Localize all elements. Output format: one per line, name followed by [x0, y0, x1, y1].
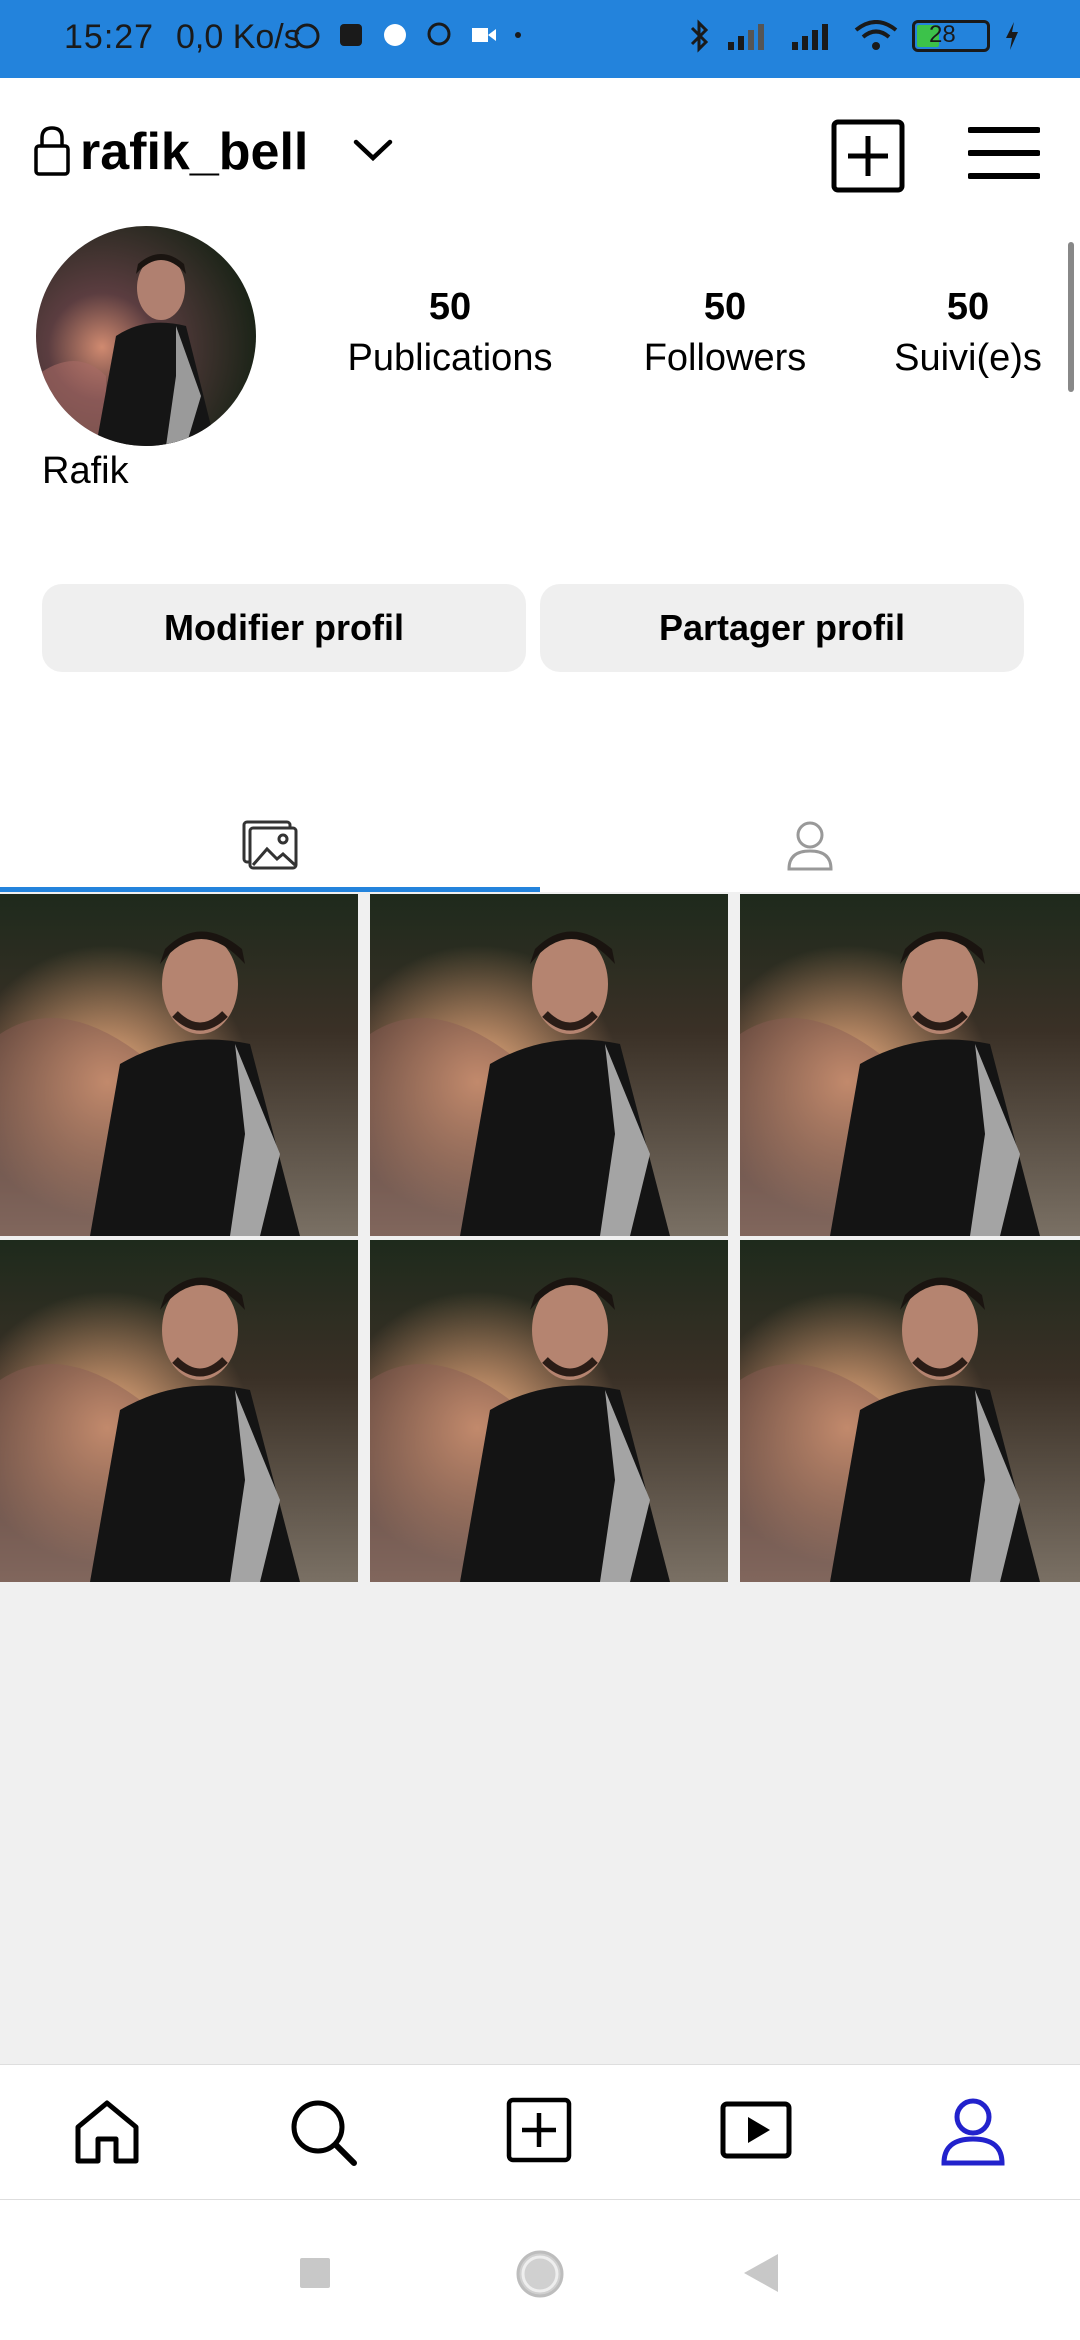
app-notification-icon — [340, 24, 362, 46]
followers-count: 50 — [703, 286, 747, 328]
hamburger-menu-icon[interactable] — [968, 126, 1040, 180]
profile-info: 50 Publications 50 Followers 50 Suivi(e)… — [0, 226, 1080, 798]
post-photo — [370, 1240, 728, 1582]
cast-icon — [384, 24, 406, 46]
post-photo — [740, 1240, 1080, 1582]
reels-icon[interactable] — [720, 2101, 792, 2159]
post-thumbnail[interactable] — [370, 1240, 728, 1582]
display-name: Rafik — [42, 450, 129, 492]
wifi-icon — [854, 20, 898, 50]
stat-followers[interactable]: 50 Followers — [620, 286, 830, 380]
following-count: 50 — [946, 286, 990, 328]
system-status-icons: 28 — [686, 18, 1020, 54]
profile-icon[interactable] — [940, 2097, 1006, 2167]
post-photo — [0, 894, 358, 1236]
bluetooth-icon — [690, 19, 709, 53]
posts-grid-icon — [242, 820, 298, 870]
battery-icon: 28 — [912, 20, 990, 52]
dot-icon — [515, 32, 521, 38]
tagged-user-icon — [787, 821, 833, 871]
publications-count: 50 — [428, 286, 472, 328]
post-photo — [740, 894, 1080, 1236]
alarm-icon — [294, 23, 320, 49]
home-circle-icon[interactable] — [514, 2248, 566, 2300]
post-thumbnail[interactable] — [740, 894, 1080, 1236]
status-time: 15:27 — [64, 18, 155, 56]
share-profile-button[interactable]: Partager profil — [540, 584, 1024, 672]
scrollbar[interactable] — [1068, 242, 1074, 392]
home-icon[interactable] — [72, 2097, 142, 2167]
search-icon[interactable] — [288, 2097, 358, 2167]
following-label: Suivi(e)s — [894, 337, 1042, 379]
post-thumbnail[interactable] — [0, 894, 358, 1236]
location-icon — [427, 22, 451, 46]
post-photo — [370, 894, 728, 1236]
profile-tabs — [0, 798, 1080, 892]
bottom-navigation — [0, 2064, 1080, 2200]
account-username[interactable]: rafik_bell — [80, 122, 308, 182]
profile-header: rafik_bell — [0, 78, 1080, 227]
post-thumbnail[interactable] — [0, 1240, 358, 1582]
active-tab-indicator — [0, 887, 540, 892]
post-thumbnail[interactable] — [740, 1240, 1080, 1582]
new-post-icon[interactable] — [830, 118, 906, 194]
lock-icon — [34, 126, 70, 176]
network-speed: 0,0 Ko/s — [176, 18, 301, 56]
status-bar: 15:27 0,0 Ko/s 28 — [0, 0, 1080, 78]
avatar[interactable] — [36, 226, 256, 446]
battery-level: 28 — [929, 21, 956, 48]
tab-tagged[interactable] — [540, 798, 1080, 892]
post-photo — [0, 1240, 358, 1582]
chevron-down-icon[interactable] — [352, 136, 394, 166]
stat-following[interactable]: 50 Suivi(e)s — [886, 286, 1050, 380]
signal-icon — [728, 24, 764, 50]
create-icon[interactable] — [506, 2097, 572, 2163]
edit-profile-button[interactable]: Modifier profil — [42, 584, 526, 672]
notification-icons — [292, 20, 524, 50]
followers-label: Followers — [643, 337, 807, 379]
publications-label: Publications — [347, 337, 553, 379]
video-icon — [472, 28, 496, 42]
system-navigation — [0, 2200, 1080, 2340]
stat-publications[interactable]: 50 Publications — [340, 286, 560, 380]
signal-icon-2 — [792, 24, 828, 50]
charging-icon — [1006, 22, 1018, 50]
back-triangle-icon[interactable] — [742, 2252, 780, 2294]
post-thumbnail[interactable] — [370, 894, 728, 1236]
recents-square-icon[interactable] — [298, 2256, 332, 2290]
tab-posts[interactable] — [0, 798, 540, 892]
